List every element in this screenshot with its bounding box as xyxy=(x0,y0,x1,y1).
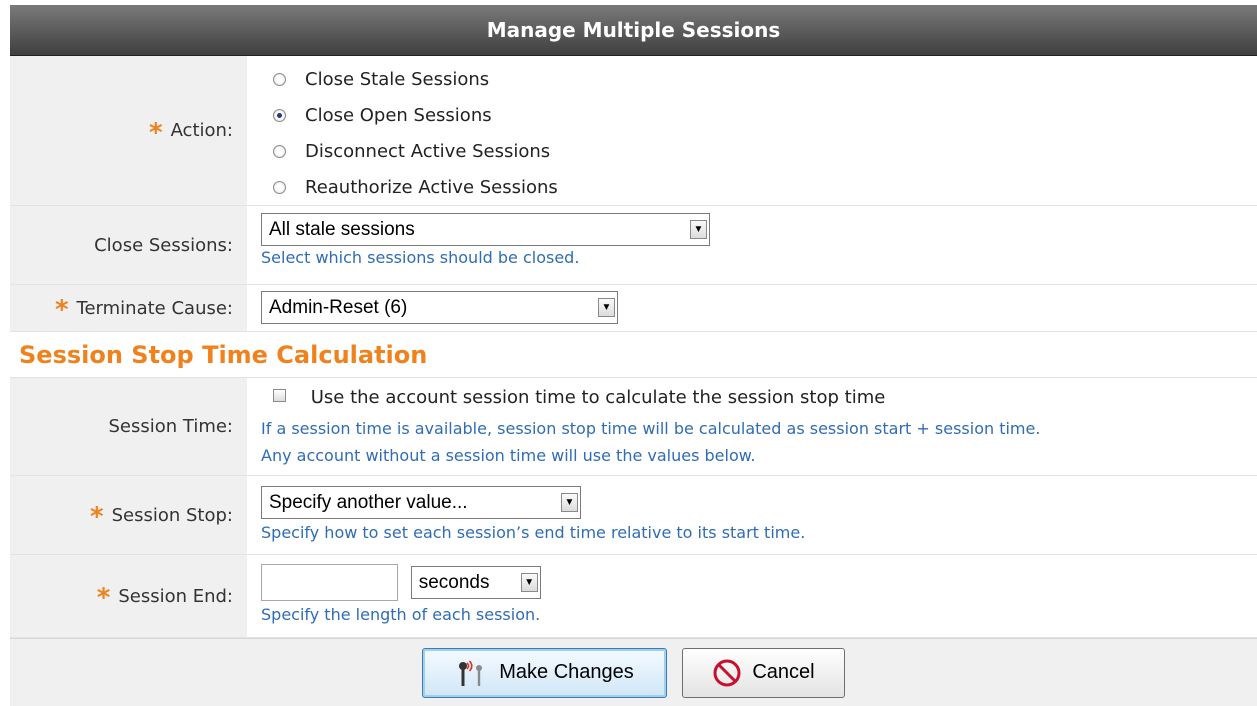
radio-button[interactable] xyxy=(273,72,286,86)
terminate-cause-label-cell: * Terminate Cause: xyxy=(10,285,247,331)
radio-label[interactable]: Close Open Sessions xyxy=(305,105,492,126)
terminate-cause-label: Terminate Cause: xyxy=(76,297,233,319)
close-sessions-value: All stale sessions ▼ Select which sessio… xyxy=(247,206,1257,284)
radio-label[interactable]: Reauthorize Active Sessions xyxy=(305,177,558,198)
session-stop-help: Specify how to set each session’s end ti… xyxy=(261,523,806,542)
session-stop-label-cell: * Session Stop: xyxy=(10,476,247,554)
checkbox-label[interactable]: Use the account session time to calculat… xyxy=(311,387,886,408)
select-value: All stale sessions xyxy=(269,219,415,240)
session-time-checkbox-line[interactable]: Use the account session time to calculat… xyxy=(261,387,1257,415)
radio-label[interactable]: Disconnect Active Sessions xyxy=(305,141,550,162)
session-stop-row: * Session Stop: Specify another value...… xyxy=(10,476,1257,555)
radio-button[interactable] xyxy=(273,180,286,194)
required-marker: * xyxy=(54,295,69,325)
radio-label[interactable]: Close Stale Sessions xyxy=(305,69,489,90)
session-end-inputs: seconds ▼ xyxy=(261,564,1257,601)
radio-option-close-stale[interactable]: Close Stale Sessions xyxy=(261,61,1257,97)
session-time-help-2: Any account without a session time will … xyxy=(261,446,756,465)
session-end-label: Session End: xyxy=(118,585,233,607)
session-time-help-1: If a session time is available, session … xyxy=(261,419,1041,438)
dropdown-arrow-icon[interactable]: ▼ xyxy=(520,573,538,592)
prohibited-icon xyxy=(712,658,742,688)
cancel-label[interactable]: Cancel xyxy=(752,661,814,684)
session-time-value: Use the account session time to calculat… xyxy=(247,378,1257,475)
section-title: Session Stop Time Calculation xyxy=(10,332,1257,378)
action-row: * Action: Close Stale Sessions Close Ope… xyxy=(10,56,1257,206)
close-sessions-label: Close Sessions: xyxy=(94,234,233,256)
session-stop-label: Session Stop: xyxy=(111,504,233,526)
close-sessions-select[interactable]: All stale sessions ▼ xyxy=(261,213,710,246)
terminate-cause-select[interactable]: Admin-Reset (6) ▼ xyxy=(261,291,618,324)
manage-sessions-form: Manage Multiple Sessions * Action: Close… xyxy=(10,5,1257,706)
dropdown-arrow-icon[interactable]: ▼ xyxy=(598,298,615,317)
select-value: Specify another value... xyxy=(269,492,468,513)
session-stop-value: Specify another value... ▼ Specify how t… xyxy=(247,476,1257,554)
required-marker: * xyxy=(96,583,111,613)
required-marker: * xyxy=(148,117,163,148)
action-options: Close Stale Sessions Close Open Sessions… xyxy=(247,56,1257,205)
dropdown-arrow-icon[interactable]: ▼ xyxy=(561,493,578,512)
session-end-value: seconds ▼ Specify the length of each ses… xyxy=(247,555,1257,637)
close-sessions-help: Select which sessions should be closed. xyxy=(261,248,580,267)
form-title: Manage Multiple Sessions xyxy=(10,5,1257,56)
radio-option-reauthorize-active[interactable]: Reauthorize Active Sessions xyxy=(261,169,1257,205)
session-end-row: * Session End: seconds ▼ Specify the len… xyxy=(10,555,1257,638)
session-stop-select[interactable]: Specify another value... ▼ xyxy=(261,486,581,519)
session-end-label-cell: * Session End: xyxy=(10,555,247,637)
session-end-input[interactable] xyxy=(261,564,398,601)
make-changes-button[interactable]: Make Changes xyxy=(422,647,667,698)
form-footer: Make Changes Cancel xyxy=(10,638,1257,706)
dropdown-arrow-icon[interactable]: ▼ xyxy=(690,220,707,239)
action-label-cell: * Action: xyxy=(10,56,247,205)
session-end-help: Specify the length of each session. xyxy=(261,605,541,624)
required-marker: * xyxy=(90,502,104,532)
radio-button[interactable] xyxy=(273,144,286,158)
radio-option-disconnect-active[interactable]: Disconnect Active Sessions xyxy=(261,133,1257,169)
radio-signal-icon xyxy=(455,658,489,688)
terminate-cause-value: Admin-Reset (6) ▼ xyxy=(247,285,1257,331)
session-end-unit-select[interactable]: seconds ▼ xyxy=(410,566,541,599)
cancel-button[interactable]: Cancel xyxy=(682,647,845,698)
radio-button-selected[interactable] xyxy=(273,108,286,122)
session-time-label: Session Time: xyxy=(108,416,233,437)
session-time-checkbox[interactable] xyxy=(273,388,286,402)
close-sessions-label-cell: Close Sessions: xyxy=(10,206,247,284)
select-value: seconds xyxy=(418,572,490,593)
make-changes-label[interactable]: Make Changes xyxy=(499,661,634,684)
select-value: Admin-Reset (6) xyxy=(269,297,408,318)
session-time-row: Session Time: Use the account session ti… xyxy=(10,378,1257,476)
close-sessions-row: Close Sessions: All stale sessions ▼ Sel… xyxy=(10,206,1257,285)
session-time-label-cell: Session Time: xyxy=(10,378,247,475)
radio-option-close-open[interactable]: Close Open Sessions xyxy=(261,97,1257,133)
action-label: Action: xyxy=(170,120,233,141)
terminate-cause-row: * Terminate Cause: Admin-Reset (6) ▼ xyxy=(10,285,1257,332)
